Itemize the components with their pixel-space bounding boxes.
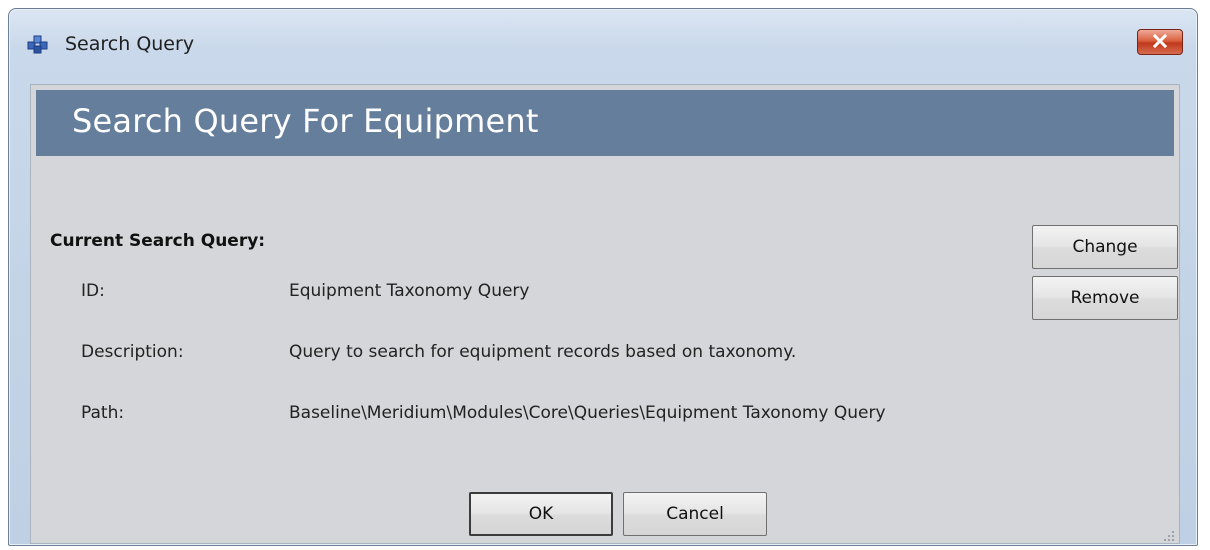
change-button[interactable]: Change <box>1032 225 1178 269</box>
cubes-icon <box>27 35 49 55</box>
dialog-window: Search Query Search Query For Equipment … <box>8 8 1198 546</box>
resize-grip-icon[interactable] <box>1163 527 1175 541</box>
path-value: Baseline\Meridium\Modules\Core\Queries\E… <box>289 403 886 423</box>
close-icon <box>1152 33 1168 52</box>
remove-button[interactable]: Remove <box>1032 276 1178 320</box>
ok-button[interactable]: OK <box>469 492 613 536</box>
close-button[interactable] <box>1137 29 1183 55</box>
description-value: Query to search for equipment records ba… <box>289 342 797 362</box>
path-label: Path: <box>81 403 125 423</box>
dialog-content: Search Query For Equipment Current Searc… <box>30 84 1180 544</box>
description-label: Description: <box>81 342 184 362</box>
current-query-heading: Current Search Query: <box>50 231 266 251</box>
window-title: Search Query <box>65 33 195 55</box>
cancel-button[interactable]: Cancel <box>623 492 767 536</box>
title-bar[interactable]: Search Query <box>9 9 1197 79</box>
id-value: Equipment Taxonomy Query <box>289 281 530 301</box>
banner-title: Search Query For Equipment <box>72 102 539 140</box>
id-label: ID: <box>81 281 105 301</box>
header-banner: Search Query For Equipment <box>36 90 1174 156</box>
